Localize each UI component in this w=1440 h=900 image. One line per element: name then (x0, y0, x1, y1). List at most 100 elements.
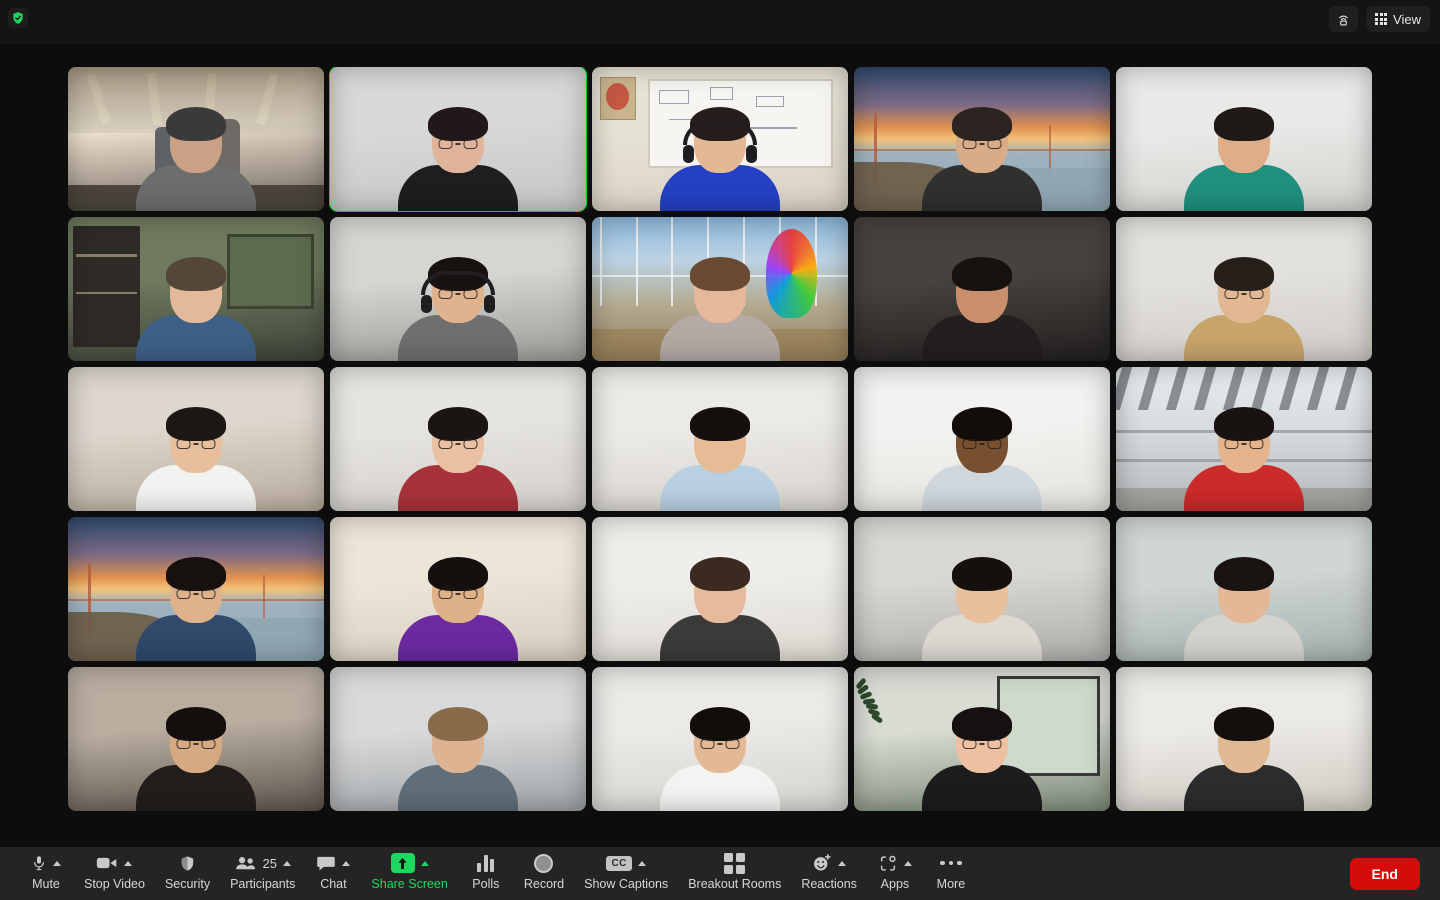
end-meeting-button[interactable]: End (1349, 857, 1420, 890)
toolbar-mute-button[interactable]: Mute (18, 851, 74, 896)
participant-figure (854, 367, 1110, 511)
participant-glasses (1224, 289, 1264, 299)
more-label: More (936, 877, 966, 891)
shield-icon (179, 854, 196, 873)
participant-tile[interactable] (854, 667, 1110, 811)
mute-label: Mute (32, 877, 60, 891)
apps-icon (878, 854, 898, 873)
reactions-icon-row (812, 851, 847, 875)
toolbar-apps-button[interactable]: Apps (867, 851, 923, 896)
show-captions-chevron-up-icon[interactable] (637, 860, 646, 866)
participant-glasses (176, 439, 216, 449)
participant-tile[interactable] (854, 367, 1110, 511)
more-icon-row (940, 851, 962, 875)
smiley-plus-icon (812, 853, 832, 873)
participant-tile[interactable] (330, 367, 586, 511)
participant-tile[interactable] (1116, 67, 1372, 211)
participant-glasses (176, 739, 216, 749)
toolbar-reactions-button[interactable]: Reactions (791, 851, 867, 896)
stop-video-icon-row (96, 851, 133, 875)
reactions-label: Reactions (801, 877, 857, 891)
toolbar-show-captions-button[interactable]: CC Show Captions (574, 851, 678, 896)
participant-tile[interactable] (68, 67, 324, 211)
mute-icon-row (31, 851, 61, 875)
microphone-icon (31, 853, 47, 873)
view-button[interactable]: View (1366, 6, 1430, 32)
stop-video-label: Stop Video (84, 877, 145, 891)
participant-figure (68, 67, 324, 211)
participant-glasses (962, 139, 1002, 149)
participant-tile[interactable] (592, 367, 848, 511)
toolbar-more-button[interactable]: More (923, 851, 979, 896)
toolbar-items: Mute Stop Video Security 25 Participants Chat… (0, 851, 979, 896)
toolbar-polls-button[interactable]: Polls (458, 851, 514, 896)
show-captions-icon-row: CC (606, 851, 646, 875)
chat-chevron-up-icon[interactable] (342, 860, 351, 866)
participant-tile[interactable] (68, 667, 324, 811)
participant-tile[interactable] (592, 517, 848, 661)
toolbar-stop-video-button[interactable]: Stop Video (74, 851, 155, 896)
participant-tile[interactable] (68, 517, 324, 661)
meeting-top-bar: View (0, 0, 1440, 44)
breakout-rooms-icon-row (724, 851, 746, 875)
apps-chevron-up-icon[interactable] (903, 860, 912, 866)
participant-figure (68, 217, 324, 361)
participant-figure (330, 517, 586, 661)
toolbar-participants-button[interactable]: 25 Participants (220, 851, 305, 896)
toolbar-share-screen-button[interactable]: Share Screen (361, 851, 457, 896)
participant-tile[interactable] (68, 217, 324, 361)
participant-glasses (438, 589, 478, 599)
record-icon-row (534, 851, 554, 875)
participants-label: Participants (230, 877, 296, 891)
participant-figure (854, 67, 1110, 211)
participant-figure (1116, 217, 1372, 361)
participant-figure (854, 517, 1110, 661)
participant-tile[interactable] (854, 67, 1110, 211)
participant-figure (68, 667, 324, 811)
participant-figure (592, 667, 848, 811)
participant-tile[interactable] (329, 67, 587, 212)
share-screen-icon-row (390, 851, 429, 875)
toolbar-security-button[interactable]: Security (155, 851, 220, 896)
participant-tile[interactable] (330, 517, 586, 661)
participant-tile[interactable] (1116, 367, 1372, 511)
view-button-label: View (1393, 11, 1421, 27)
participant-tile[interactable] (1116, 217, 1372, 361)
participant-video-grid (68, 67, 1372, 812)
participant-tile[interactable] (330, 217, 586, 361)
share-screen-chevron-up-icon[interactable] (420, 860, 429, 866)
toolbar-breakout-rooms-button[interactable]: Breakout Rooms (678, 851, 791, 896)
participant-tile[interactable] (592, 217, 848, 361)
participant-figure (592, 517, 848, 661)
top-right-controls: View (1329, 6, 1430, 32)
encryption-shield-check-icon[interactable] (8, 8, 28, 28)
participant-figure (330, 217, 586, 361)
participant-figure (1116, 367, 1372, 511)
participant-tile[interactable] (592, 67, 848, 211)
connection-quality-icon[interactable] (1329, 6, 1359, 32)
polls-icon-row (477, 851, 495, 875)
toolbar-record-button[interactable]: Record (514, 851, 574, 896)
participant-glasses (176, 589, 216, 599)
participant-figure (1116, 667, 1372, 811)
participant-tile[interactable] (68, 367, 324, 511)
meeting-controls-toolbar: Mute Stop Video Security 25 Participants Chat… (0, 847, 1440, 900)
participant-figure (330, 367, 586, 511)
mute-chevron-up-icon[interactable] (53, 860, 61, 866)
stop-video-chevron-up-icon[interactable] (124, 860, 133, 866)
record-label: Record (523, 877, 565, 891)
reactions-chevron-up-icon[interactable] (838, 860, 847, 866)
participant-tile[interactable] (1116, 517, 1372, 661)
toolbar-chat-button[interactable]: Chat (305, 851, 361, 896)
participant-glasses (1224, 439, 1264, 449)
participant-figure (854, 667, 1110, 811)
participant-figure (592, 67, 848, 211)
participant-tile[interactable] (330, 667, 586, 811)
participant-tile[interactable] (1116, 667, 1372, 811)
participant-tile[interactable] (592, 667, 848, 811)
participant-tile[interactable] (854, 217, 1110, 361)
participants-chevron-up-icon[interactable] (282, 860, 291, 866)
record-circle-icon (534, 853, 554, 873)
participant-glasses (438, 139, 478, 149)
participant-tile[interactable] (854, 517, 1110, 661)
